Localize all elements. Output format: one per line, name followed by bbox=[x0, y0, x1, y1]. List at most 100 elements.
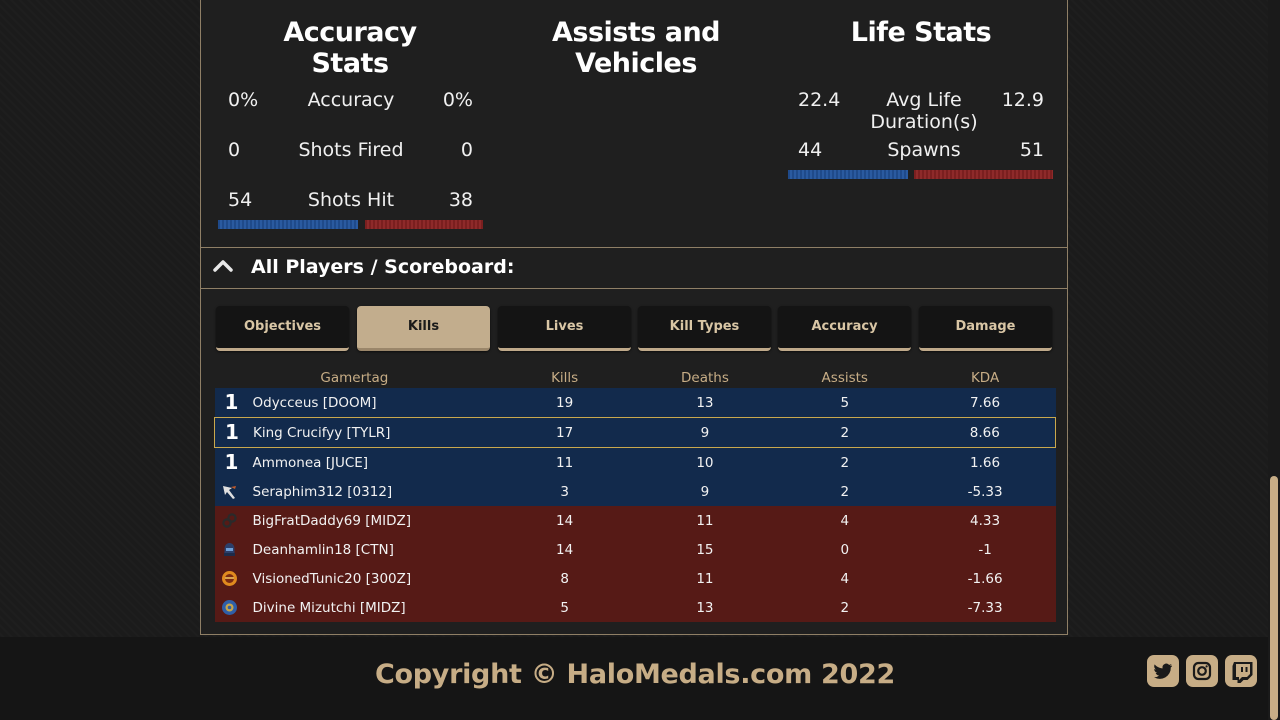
assists-cell: 4 bbox=[774, 564, 915, 593]
tab-kill-types[interactable]: Kill Types bbox=[638, 306, 771, 351]
kills-cell: 17 bbox=[494, 417, 636, 448]
spawns-left: 44 bbox=[798, 139, 823, 161]
shots-hit-label: Shots Hit bbox=[307, 189, 395, 211]
instagram-icon[interactable] bbox=[1186, 655, 1218, 687]
rank-one-icon: 1 bbox=[225, 420, 239, 444]
kda-cell: 8.66 bbox=[914, 417, 1056, 448]
tab-objectives[interactable]: Objectives bbox=[216, 306, 349, 351]
table-row[interactable]: 1 King Crucifyy [TYLR] 17 9 2 8.66 bbox=[214, 417, 1056, 448]
team-stats: Accuracy Stats 0% Accuracy 0% 0 Shots Fi… bbox=[201, 0, 1069, 247]
tab-damage[interactable]: Damage bbox=[919, 306, 1052, 351]
scrollbar[interactable] bbox=[1268, 0, 1280, 720]
kills-cell: 19 bbox=[494, 388, 636, 418]
scoreboard-table: Gamertag Kills Deaths Assists KDA 1 Odycc… bbox=[214, 368, 1056, 622]
rings-emblem-icon bbox=[221, 512, 238, 529]
column-header-deaths[interactable]: Deaths bbox=[635, 368, 775, 388]
kills-cell: 11 bbox=[494, 447, 636, 477]
player-cell: 1 Odycceus [DOOM] bbox=[214, 388, 495, 418]
assists-cell: 5 bbox=[774, 388, 915, 418]
scrollbar-thumb[interactable] bbox=[1270, 476, 1278, 720]
table-row[interactable]: VisionedTunic20 [300Z] 8 11 4 -1.66 bbox=[214, 564, 1056, 593]
avg-life-label: Avg Life Duration(s) bbox=[870, 89, 978, 133]
deaths-cell: 11 bbox=[635, 506, 775, 535]
player-cell: 1 King Crucifyy [TYLR] bbox=[214, 417, 495, 448]
column-header-gamertag[interactable]: Gamertag bbox=[215, 368, 495, 388]
shots-fired-left: 0 bbox=[228, 139, 241, 161]
copyright-text: Copyright © HaloMedals.com 2022 bbox=[375, 659, 895, 690]
spawns-red-bar bbox=[914, 170, 1053, 179]
deaths-cell: 15 bbox=[635, 535, 775, 564]
blade-emblem-icon bbox=[221, 483, 238, 500]
kills-cell: 8 bbox=[494, 564, 636, 593]
deaths-cell: 11 bbox=[635, 564, 775, 593]
footer: Copyright © HaloMedals.com 2022 bbox=[0, 637, 1280, 720]
spawns-label: Spawns bbox=[887, 139, 961, 161]
accuracy-right: 0% bbox=[442, 89, 473, 111]
table-row[interactable]: Seraphim312 [0312] 3 9 2 -5.33 bbox=[214, 477, 1056, 506]
assists-cell: 2 bbox=[774, 593, 915, 622]
table-header-row: Gamertag Kills Deaths Assists KDA bbox=[215, 368, 1056, 388]
kda-cell: 7.66 bbox=[914, 388, 1056, 418]
kills-cell: 14 bbox=[494, 506, 636, 535]
column-header-kda[interactable]: KDA bbox=[915, 368, 1056, 388]
assists-vehicles-title: Assists and Vehicles bbox=[551, 17, 721, 79]
kda-cell: -1.66 bbox=[914, 564, 1056, 593]
kda-cell: -7.33 bbox=[914, 593, 1056, 622]
assists-cell: 4 bbox=[774, 506, 915, 535]
player-cell: 1 Ammonea [JUCE] bbox=[214, 447, 495, 477]
accuracy-label: Accuracy bbox=[307, 89, 395, 111]
player-cell: BigFratDaddy69 [MIDZ] bbox=[214, 506, 495, 535]
player-cell: Divine Mizutchi [MIDZ] bbox=[214, 593, 495, 622]
deaths-cell: 9 bbox=[635, 417, 775, 448]
tab-kills[interactable]: Kills bbox=[357, 306, 490, 351]
shots-fired-label: Shots Fired bbox=[298, 139, 404, 161]
shots-hit-right: 38 bbox=[448, 189, 473, 211]
shots-hit-left: 54 bbox=[228, 189, 253, 211]
twitch-icon[interactable] bbox=[1225, 655, 1257, 687]
kda-cell: 1.66 bbox=[914, 447, 1056, 477]
tab-lives[interactable]: Lives bbox=[498, 306, 631, 351]
shots-hit-red-bar bbox=[365, 220, 483, 229]
kills-cell: 3 bbox=[494, 477, 636, 506]
table-row[interactable]: 1 Ammonea [JUCE] 11 10 2 1.66 bbox=[214, 447, 1056, 477]
accuracy-stats-title: Accuracy Stats bbox=[283, 17, 417, 79]
gamertag[interactable]: King Crucifyy [TYLR] bbox=[253, 425, 390, 441]
gamertag[interactable]: VisionedTunic20 [300Z] bbox=[253, 571, 412, 587]
accuracy-left: 0% bbox=[228, 89, 259, 111]
scoreboard-body: 1 Odycceus [DOOM] 19 13 5 7.66 1 King Crucifyy … bbox=[214, 388, 1056, 622]
kills-cell: 14 bbox=[494, 535, 636, 564]
player-cell: Deanhamlin18 [CTN] bbox=[214, 535, 495, 564]
assists-cell: 2 bbox=[774, 417, 915, 448]
scoreboard-header[interactable]: All Players / Scoreboard: bbox=[201, 248, 1067, 288]
player-cell: Seraphim312 [0312] bbox=[214, 477, 495, 506]
table-row[interactable]: Deanhamlin18 [CTN] 14 15 0 -1 bbox=[214, 535, 1056, 564]
rank-one-icon: 1 bbox=[224, 450, 239, 474]
kda-cell: -1 bbox=[914, 535, 1056, 564]
spawns-right: 51 bbox=[1019, 139, 1044, 161]
assists-cell: 0 bbox=[774, 535, 915, 564]
gamertag[interactable]: Divine Mizutchi [MIDZ] bbox=[253, 600, 406, 616]
life-stats-title: Life Stats bbox=[850, 17, 992, 48]
gamertag[interactable]: Seraphim312 [0312] bbox=[253, 484, 393, 500]
globe-emblem-icon bbox=[221, 599, 238, 616]
table-row[interactable]: 1 Odycceus [DOOM] 19 13 5 7.66 bbox=[214, 388, 1056, 418]
spawns-blue-bar bbox=[788, 170, 908, 179]
tab-accuracy[interactable]: Accuracy bbox=[778, 306, 911, 351]
gamertag[interactable]: Ammonea [JUCE] bbox=[253, 455, 369, 471]
gamertag[interactable]: Deanhamlin18 [CTN] bbox=[253, 542, 394, 558]
kills-cell: 5 bbox=[494, 593, 636, 622]
table-row[interactable]: BigFratDaddy69 [MIDZ] 14 11 4 4.33 bbox=[214, 506, 1056, 535]
column-header-kills[interactable]: Kills bbox=[494, 368, 635, 388]
gamertag[interactable]: Odycceus [DOOM] bbox=[253, 395, 377, 411]
shots-hit-blue-bar bbox=[218, 220, 358, 229]
rank-one-icon: 1 bbox=[224, 390, 239, 414]
column-header-assists[interactable]: Assists bbox=[775, 368, 915, 388]
player-cell: VisionedTunic20 [300Z] bbox=[214, 564, 495, 593]
table-row[interactable]: Divine Mizutchi [MIDZ] 5 13 2 -7.33 bbox=[214, 593, 1056, 622]
chevron-up-icon[interactable] bbox=[213, 258, 233, 272]
divider bbox=[201, 288, 1067, 289]
gamertag[interactable]: BigFratDaddy69 [MIDZ] bbox=[253, 513, 412, 529]
kda-cell: -5.33 bbox=[914, 477, 1056, 506]
scoreboard-title: All Players / Scoreboard: bbox=[251, 256, 515, 278]
twitter-icon[interactable] bbox=[1147, 655, 1179, 687]
